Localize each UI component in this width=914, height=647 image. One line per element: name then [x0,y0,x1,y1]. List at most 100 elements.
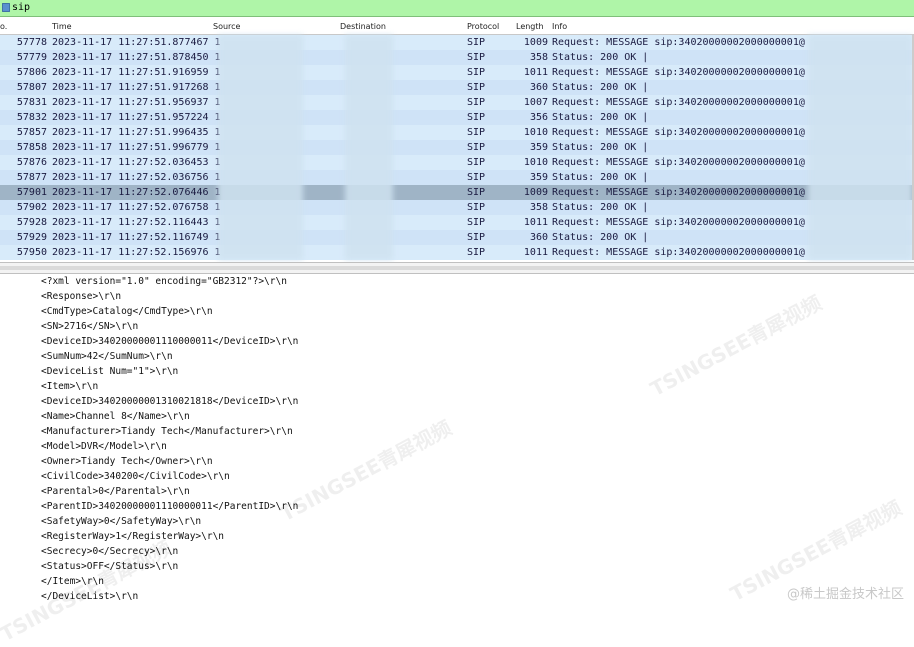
packet-row[interactable]: 57857 2023-11-17 11:27:51.996435 1 SIP 1010… [0,125,914,140]
xml-line: <ParentID>34020000001110000011</ParentID… [41,501,299,512]
packet-protocol: SIP [467,67,486,78]
xml-line: <Item>\r\n [41,381,99,392]
display-filter-bar[interactable]: sip [0,0,914,17]
packet-protocol: SIP [467,37,486,48]
xml-line: <Owner>Tiandy Tech</Owner>\r\n [41,456,213,467]
packet-protocol: SIP [467,82,486,93]
packet-row[interactable]: 57832 2023-11-17 11:27:51.957224 1 SIP 356 S… [0,110,914,125]
packet-length: 356 [529,112,548,123]
packet-number: 57876 [16,157,47,168]
packet-row[interactable]: 57877 2023-11-17 11:27:52.036756 1 SIP 359 S… [0,170,914,185]
column-header-info[interactable]: Info [552,22,567,31]
packet-number: 57832 [16,112,47,123]
column-header-no[interactable]: o. [0,22,7,31]
packet-protocol: SIP [467,112,486,123]
packet-row[interactable]: 57807 2023-11-17 11:27:51.917268 1 SIP 360 S… [0,80,914,95]
display-filter-input[interactable]: sip [12,2,30,13]
packet-protocol: SIP [467,157,486,168]
packet-length: 1007 [523,97,548,108]
packet-number: 57929 [16,232,47,243]
packet-info: Request: MESSAGE sip:3402000000200000000… [552,97,805,108]
packet-row[interactable]: 57858 2023-11-17 11:27:51.996779 1 SIP 359 S… [0,140,914,155]
packet-length: 1010 [523,157,548,168]
packet-row[interactable]: 57950 2023-11-17 11:27:52.156976 1 SIP 1011… [0,245,914,260]
packet-protocol: SIP [467,97,486,108]
redacted-region [808,35,912,260]
packet-time: 2023-11-17 11:27:52.036756 1 [52,172,221,183]
packet-info: Request: MESSAGE sip:3402000000200000000… [552,67,805,78]
packet-time: 2023-11-17 11:27:51.878450 1 [52,52,221,63]
packet-number: 57877 [16,172,47,183]
xml-line: <DeviceID>34020000001110000011</DeviceID… [41,336,299,347]
packet-protocol: SIP [467,52,486,63]
packet-info: Status: 200 OK | [552,52,649,63]
packet-row[interactable]: 57778 2023-11-17 11:27:51.877467 1 SIP 1009… [0,35,914,50]
packet-info: Request: MESSAGE sip:3402000000200000000… [552,127,805,138]
column-header-length[interactable]: Length [516,22,544,31]
xml-line: <Parental>0</Parental>\r\n [41,486,190,497]
redacted-region [218,35,303,260]
packet-protocol: SIP [467,202,486,213]
packet-row[interactable]: 57929 2023-11-17 11:27:52.116749 1 SIP 360 S… [0,230,914,245]
packet-number: 57831 [16,97,47,108]
packet-time: 2023-11-17 11:27:51.996779 1 [52,142,221,153]
packet-length: 360 [529,82,548,93]
packet-length: 360 [529,232,548,243]
packet-time: 2023-11-17 11:27:52.036453 1 [52,157,221,168]
packet-row[interactable]: 57831 2023-11-17 11:27:51.956937 1 SIP 1007… [0,95,914,110]
packet-time: 2023-11-17 11:27:51.996435 1 [52,127,221,138]
packet-number: 57778 [16,37,47,48]
packet-info: Status: 200 OK | [552,232,649,243]
packet-row[interactable]: 57901 2023-11-17 11:27:52.076446 1 SIP 1009… [0,185,914,200]
packet-protocol: SIP [467,142,486,153]
packet-length: 1009 [523,37,548,48]
column-header-source[interactable]: Source [213,22,240,31]
packet-info: Request: MESSAGE sip:3402000000200000000… [552,217,805,228]
packet-time: 2023-11-17 11:27:51.957224 1 [52,112,221,123]
packet-row[interactable]: 57928 2023-11-17 11:27:52.116443 1 SIP 1011… [0,215,914,230]
packet-length: 1011 [523,67,548,78]
xml-line: <DeviceList Num="1">\r\n [41,366,179,377]
horizontal-scrollbar[interactable] [0,266,914,270]
xml-line: <Response>\r\n [41,291,122,302]
bookmark-icon[interactable] [2,3,10,12]
packet-time: 2023-11-17 11:27:51.917268 1 [52,82,221,93]
packet-info: Status: 200 OK | [552,112,649,123]
packet-info: Request: MESSAGE sip:3402000000200000000… [552,37,805,48]
packet-protocol: SIP [467,247,486,258]
xml-line: <Manufacturer>Tiandy Tech</Manufacturer>… [41,426,293,437]
xml-line: <SN>2716</SN>\r\n [41,321,139,332]
packet-number: 57902 [16,202,47,213]
xml-line: <CmdType>Catalog</CmdType>\r\n [41,306,213,317]
packet-number: 57950 [16,247,47,258]
xml-line: <?xml version="1.0" encoding="GB2312"?>\… [41,276,287,287]
pane-splitter[interactable] [0,262,914,274]
xml-line: <Name>Channel 8</Name>\r\n [41,411,190,422]
packet-time: 2023-11-17 11:27:51.956937 1 [52,97,221,108]
column-header-destination[interactable]: Destination [340,22,386,31]
packet-list: 57778 2023-11-17 11:27:51.877467 1 SIP 1009… [0,35,914,260]
xml-line: <DeviceID>34020000001310021818</DeviceID… [41,396,299,407]
watermark-text: TSINGSEE青犀视频 [276,415,456,527]
packet-row[interactable]: 57779 2023-11-17 11:27:51.878450 1 SIP 358 S… [0,50,914,65]
credit-watermark: @稀土掘金技术社区 [786,587,904,602]
packet-protocol: SIP [467,127,486,138]
packet-info: Status: 200 OK | [552,142,649,153]
packet-length: 359 [529,142,548,153]
packet-length: 1009 [523,187,548,198]
packet-protocol: SIP [467,187,486,198]
packet-time: 2023-11-17 11:27:52.156976 1 [52,247,221,258]
packet-time: 2023-11-17 11:27:51.916959 1 [52,67,221,78]
packet-info: Status: 200 OK | [552,202,649,213]
packet-number: 57901 [16,187,47,198]
packet-time: 2023-11-17 11:27:52.076758 1 [52,202,221,213]
column-header-time[interactable]: Time [52,22,72,31]
packet-protocol: SIP [467,217,486,228]
packet-length: 358 [529,52,548,63]
packet-row[interactable]: 57806 2023-11-17 11:27:51.916959 1 SIP 1011… [0,65,914,80]
packet-length: 1011 [523,217,548,228]
xml-line: <SumNum>42</SumNum>\r\n [41,351,173,362]
column-header-protocol[interactable]: Protocol [467,22,499,31]
packet-row[interactable]: 57902 2023-11-17 11:27:52.076758 1 SIP 358 S… [0,200,914,215]
packet-row[interactable]: 57876 2023-11-17 11:27:52.036453 1 SIP 1010… [0,155,914,170]
